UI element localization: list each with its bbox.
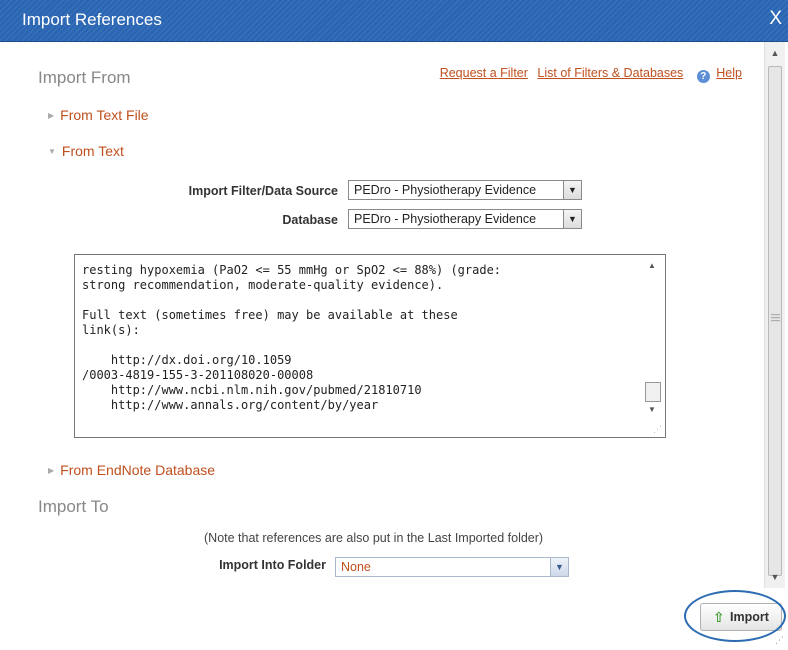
resize-grip-icon[interactable]: ⋰ xyxy=(653,424,662,435)
section-from-endnote[interactable]: ▶ From EndNote Database xyxy=(48,462,215,478)
database-select[interactable]: PEDro - Physiotherapy Evidence ▼ xyxy=(348,209,582,229)
filter-select[interactable]: PEDro - Physiotherapy Evidence ▼ xyxy=(348,180,582,200)
scroll-down-arrow-icon[interactable]: ▼ xyxy=(765,568,785,586)
scroll-grip-icon: — — — xyxy=(771,309,780,325)
close-button[interactable]: X xyxy=(769,8,782,30)
section-label: From EndNote Database xyxy=(60,462,216,478)
scroll-down-arrow-icon[interactable]: ▼ xyxy=(648,405,656,414)
import-button[interactable]: ⇧ Import xyxy=(700,603,782,631)
import-note: (Note that references are also put in th… xyxy=(204,531,544,545)
section-label: From Text File xyxy=(60,107,149,123)
top-links: Request a Filter List of Filters & Datab… xyxy=(434,66,742,83)
dropdown-arrow-icon[interactable]: ▼ xyxy=(550,558,568,576)
textarea-scroll-thumb[interactable] xyxy=(645,382,661,402)
textarea-scrollbar[interactable]: ▲ ▼ xyxy=(645,261,661,431)
help-link[interactable]: Help xyxy=(716,66,742,80)
import-from-heading: Import From xyxy=(38,68,131,87)
folder-label: Import Into Folder xyxy=(219,558,326,572)
list-filters-link[interactable]: List of Filters & Databases xyxy=(537,66,683,80)
import-to-heading: Import To xyxy=(38,497,109,516)
folder-select[interactable]: None ▼ xyxy=(335,557,569,577)
scrollbar-thumb[interactable]: — — — xyxy=(768,66,782,576)
section-from-text[interactable]: ▼ From Text xyxy=(48,143,124,159)
section-from-text-file[interactable]: ▶ From Text File xyxy=(48,107,149,123)
dropdown-arrow-icon[interactable]: ▼ xyxy=(563,181,581,199)
expand-triangle-icon: ▶ xyxy=(48,111,55,120)
dialog-title-bar: Import References X xyxy=(0,0,788,42)
import-text-area[interactable]: resting hypoxemia (PaO2 <= 55 mmHg or Sp… xyxy=(74,254,666,438)
up-arrow-icon: ⇧ xyxy=(713,609,725,625)
database-label: Database xyxy=(282,213,338,227)
request-filter-link[interactable]: Request a Filter xyxy=(440,66,528,80)
database-select-value: PEDro - Physiotherapy Evidence xyxy=(354,212,537,226)
dialog-title: Import References xyxy=(22,10,162,29)
scroll-up-arrow-icon[interactable]: ▲ xyxy=(648,261,656,270)
help-icon[interactable]: ? xyxy=(696,70,710,83)
expand-triangle-icon: ▶ xyxy=(48,466,55,475)
scroll-up-arrow-icon[interactable]: ▲ xyxy=(765,44,785,62)
collapse-triangle-icon: ▼ xyxy=(48,147,56,156)
import-text-content[interactable]: resting hypoxemia (PaO2 <= 55 mmHg or Sp… xyxy=(82,263,501,413)
filter-label: Import Filter/Data Source xyxy=(188,184,338,198)
dialog-scrollbar[interactable]: ▲ — — — ▼ xyxy=(764,42,785,588)
import-button-label: Import xyxy=(730,610,769,624)
section-label: From Text xyxy=(61,143,124,159)
dialog-resize-grip-icon[interactable]: ⋰ xyxy=(775,635,784,646)
folder-select-value: None xyxy=(341,560,371,574)
filter-select-value: PEDro - Physiotherapy Evidence xyxy=(354,183,537,197)
dropdown-arrow-icon[interactable]: ▼ xyxy=(563,210,581,228)
